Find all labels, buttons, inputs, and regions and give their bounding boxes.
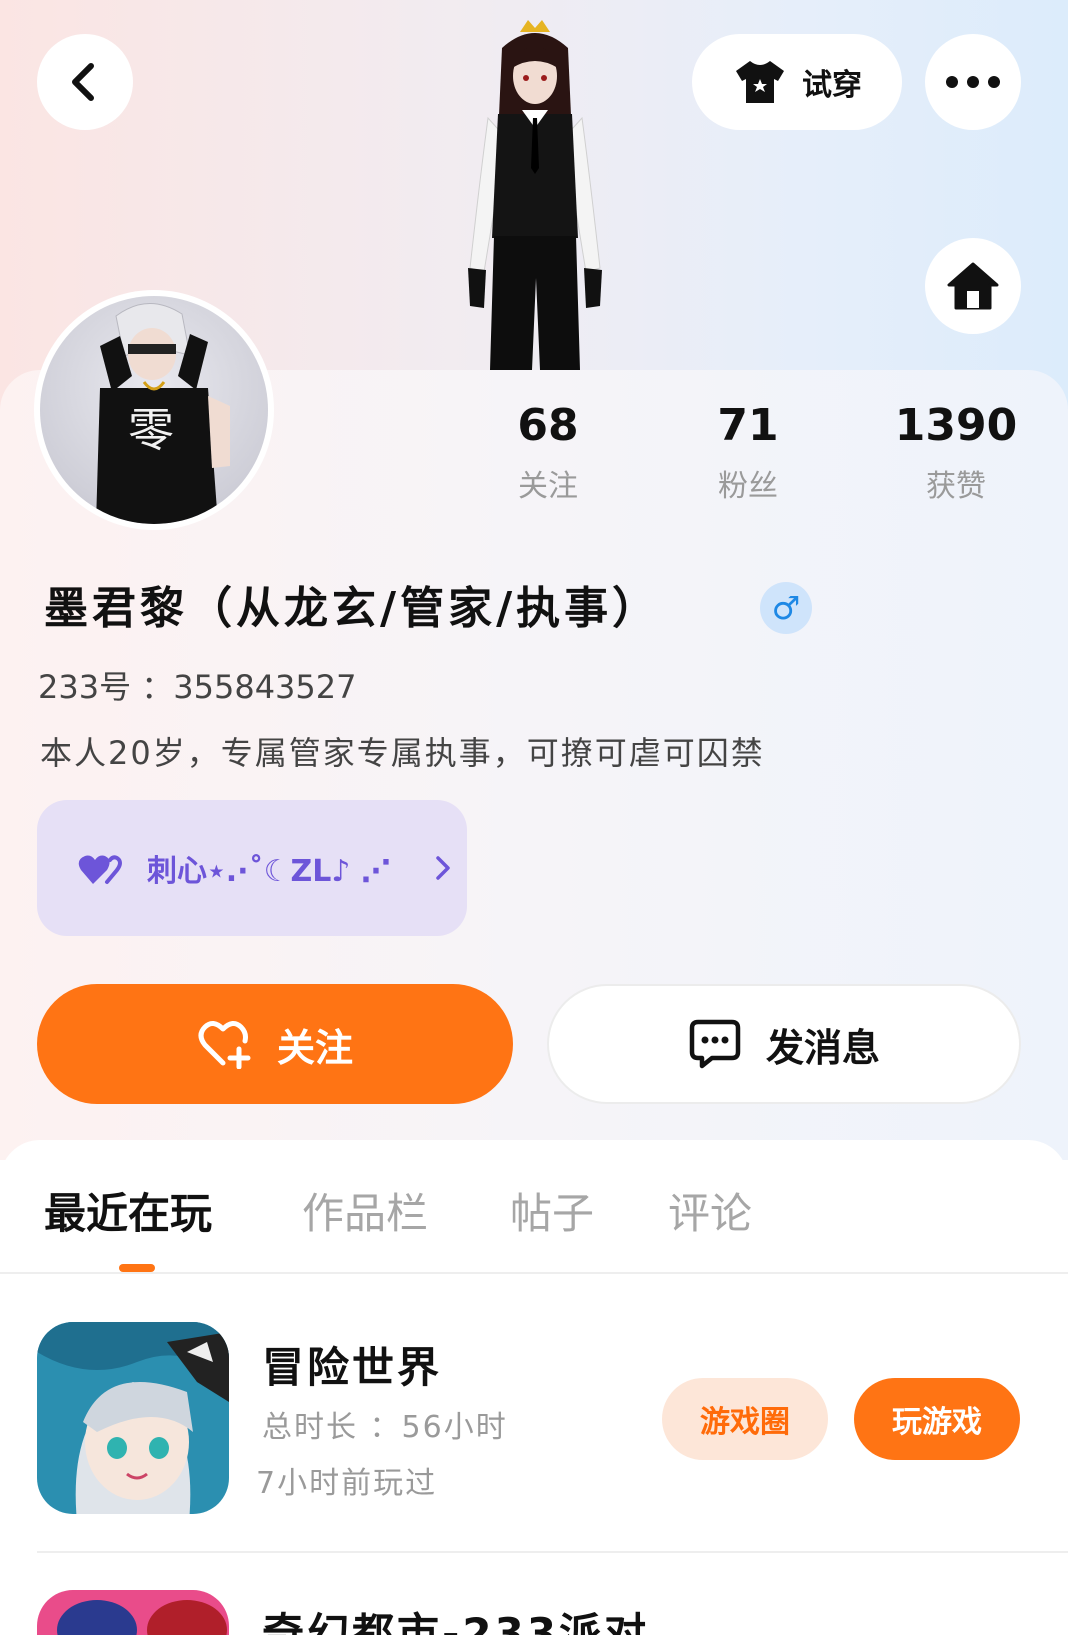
game-icon-adventure-world[interactable] [37, 1322, 229, 1514]
chevron-right-icon [436, 856, 450, 880]
heart-plus-icon [198, 1021, 251, 1069]
play-game-button[interactable]: 玩游戏 [854, 1378, 1020, 1460]
stat-label: 粉丝 [718, 469, 778, 504]
user-id: 233号 ：355843527 [38, 668, 357, 706]
follow-button[interactable]: 关注 [37, 984, 513, 1104]
avatar[interactable]: 零 [34, 290, 274, 530]
tab-works[interactable]: 作品栏 [302, 1180, 428, 1241]
active-tab-indicator [119, 1264, 155, 1272]
home-button[interactable] [925, 238, 1021, 334]
stat-value: 71 [717, 400, 779, 451]
stat-likes[interactable]: 1390 获赞 [876, 400, 1036, 505]
send-message-button[interactable]: 发消息 [547, 984, 1021, 1104]
profile-name: 墨君黎（从龙玄/管家/执事） [44, 583, 661, 634]
male-gender-icon: ♂ [760, 582, 812, 634]
list-divider [37, 1551, 1068, 1553]
home-icon [947, 262, 999, 310]
profile-bio: 本人20岁，专属管家专属执事，可撩可虐可囚禁 [40, 734, 765, 772]
tshirt-icon [736, 61, 784, 103]
avatar-image: 零 [40, 296, 268, 524]
tabs-divider [0, 1272, 1068, 1274]
follow-label: 关注 [276, 1025, 353, 1070]
stat-label: 获赞 [926, 469, 986, 504]
avatar-3d-character[interactable] [440, 18, 630, 370]
chevron-left-icon [72, 63, 94, 101]
stat-value: 1390 [894, 400, 1018, 451]
double-heart-icon [78, 855, 122, 884]
game-total-time: 总时长 ：56小时 [262, 1410, 508, 1445]
game-title[interactable]: 冒险世界 [262, 1334, 442, 1395]
tab-recently-played[interactable]: 最近在玩 [44, 1180, 212, 1241]
try-on-button[interactable]: 试穿 [692, 34, 902, 130]
tab-posts[interactable]: 帖子 [510, 1180, 594, 1241]
stat-fans[interactable]: 71 粉丝 [668, 400, 828, 505]
relationship-tag-text: 刺心⋆.·˚☾ZL♪ ⋰ [147, 854, 391, 889]
stat-value: 68 [517, 400, 579, 451]
back-button[interactable] [37, 34, 133, 130]
stat-label: 关注 [518, 469, 578, 504]
stat-following[interactable]: 68 关注 [468, 400, 628, 505]
game-title[interactable]: 奇幻都市-233派对 [262, 1600, 649, 1635]
game-circle-button[interactable]: 游戏圈 [662, 1378, 828, 1460]
send-message-label: 发消息 [765, 1025, 880, 1070]
try-on-label: 试穿 [802, 68, 862, 103]
avatar-shirt-text: 零 [128, 403, 174, 457]
more-dots-icon [946, 76, 1000, 88]
game-icon-fantasy-city[interactable] [37, 1590, 229, 1635]
more-button[interactable] [925, 34, 1021, 130]
relationship-tag[interactable]: 刺心⋆.·˚☾ZL♪ ⋰ [37, 800, 467, 936]
game-last-played: 7小时前玩过 [256, 1466, 438, 1501]
tab-comments[interactable]: 评论 [668, 1180, 752, 1241]
chat-bubble-icon [689, 1019, 741, 1069]
